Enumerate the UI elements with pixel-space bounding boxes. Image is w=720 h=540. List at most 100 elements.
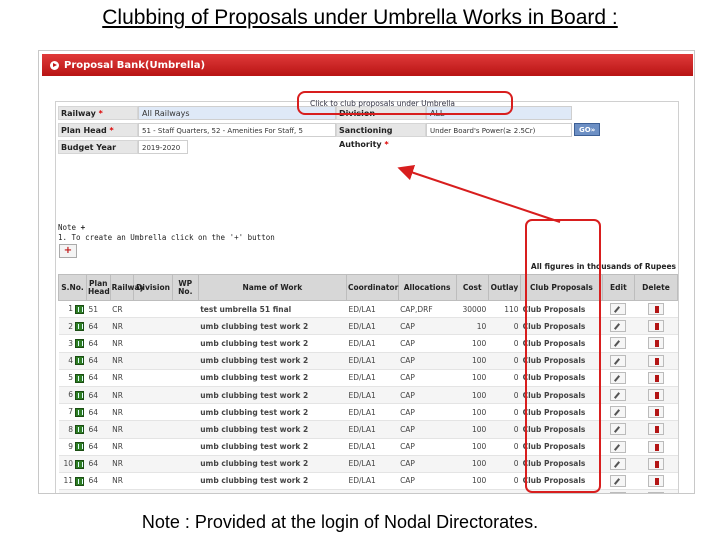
delete-bin-icon[interactable] — [647, 474, 664, 487]
cell-name-of-work[interactable]: umb clubbing test work 2 — [198, 352, 347, 370]
cell-division — [133, 403, 173, 422]
edit-pencil-icon[interactable] — [610, 371, 627, 384]
edit-pencil-icon[interactable] — [610, 337, 627, 350]
cell-edit — [602, 317, 635, 336]
club-callout-text[interactable]: Click to club proposals under Umbrella — [310, 99, 455, 108]
file-icon[interactable] — [75, 425, 85, 435]
slide-title: Clubbing of Proposals under Umbrella Wor… — [102, 6, 618, 29]
panel-arrow-icon — [50, 60, 59, 70]
cell-name-of-work[interactable]: umb clubbing test work 2 — [198, 420, 347, 439]
edit-pencil-icon[interactable] — [610, 320, 627, 333]
cell-outlay: 0 — [488, 420, 521, 439]
cell-cost: 100 — [456, 489, 489, 493]
edit-pencil-icon[interactable] — [610, 303, 627, 316]
row-number: 6 — [68, 390, 74, 400]
cell-name-of-work[interactable]: umb clubbing test work 2 — [198, 317, 347, 336]
file-icon[interactable] — [75, 390, 85, 400]
cell-name-of-work[interactable]: umb clubbing test work 2 — [198, 386, 347, 405]
cell-plan-head: 64 — [86, 334, 111, 353]
delete-bin-icon[interactable] — [647, 389, 664, 402]
cell-name-of-work[interactable]: umb clubbing test work 2 — [198, 438, 347, 456]
plan-head-label: Plan Head * — [58, 122, 138, 137]
plus-icon: + — [80, 223, 86, 232]
cell-name-of-work[interactable]: umb clubbing test work 2 — [198, 455, 347, 473]
budget-year-select[interactable]: 2019-2020 — [138, 139, 188, 154]
cell-coordinator: ED/LA1 — [346, 317, 399, 336]
delete-bin-icon[interactable] — [647, 303, 664, 316]
delete-bin-icon[interactable] — [647, 354, 664, 367]
cell-cost: 100 — [456, 455, 489, 473]
go-button[interactable]: GO» — [574, 123, 601, 136]
edit-pencil-icon[interactable] — [610, 474, 627, 487]
edit-pencil-icon[interactable] — [610, 457, 627, 470]
file-icon[interactable] — [75, 322, 85, 332]
club-callout-highlight: Click to club proposals under Umbrella — [297, 91, 513, 115]
cell-wp-no — [172, 472, 199, 491]
cell-railway: NR — [110, 455, 134, 473]
col-edit: Edit — [601, 274, 635, 301]
cell-division — [133, 472, 173, 491]
form-row-budget-year: Budget Year 2019-2020 — [58, 139, 188, 154]
file-icon[interactable] — [75, 356, 85, 366]
file-icon[interactable] — [75, 304, 85, 314]
cell-allocations: CAP — [398, 369, 457, 387]
file-icon[interactable] — [75, 339, 85, 349]
file-icon[interactable] — [75, 459, 85, 469]
cell-allocations: CAP — [398, 352, 457, 370]
cell-allocations: CAP — [398, 489, 457, 493]
cell-plan-head: 64 — [86, 403, 111, 422]
delete-bin-icon[interactable] — [647, 406, 664, 419]
cell-railway: CR — [110, 300, 134, 319]
cell-outlay: 0 — [488, 369, 521, 387]
edit-pencil-icon[interactable] — [610, 389, 627, 402]
cell-plan-head: 64 — [86, 386, 111, 405]
col-outlay: Outlay — [487, 274, 522, 301]
cell-edit — [602, 352, 635, 370]
row-number: 1 — [68, 304, 74, 314]
cell-wp-no — [172, 438, 199, 456]
cell-wp-no — [172, 420, 199, 439]
plan-head-select[interactable]: 51 - Staff Quarters, 52 - Amenities For … — [138, 122, 336, 137]
edit-pencil-icon[interactable] — [610, 423, 627, 436]
cell-wp-no — [172, 300, 199, 319]
file-icon[interactable] — [75, 442, 85, 452]
edit-pencil-icon[interactable] — [610, 406, 627, 419]
cell-delete — [634, 403, 678, 422]
cell-sno: 3 — [58, 334, 87, 353]
cell-edit — [602, 403, 635, 422]
cell-name-of-work[interactable]: umb clubbing test work 2 — [198, 334, 347, 353]
cell-delete — [634, 472, 678, 491]
delete-bin-icon[interactable] — [647, 337, 664, 350]
col-delete: Delete — [633, 274, 679, 301]
delete-bin-icon[interactable] — [647, 457, 664, 470]
file-icon[interactable] — [75, 373, 85, 383]
cell-name-of-work[interactable]: umb clubbing test work 2 — [198, 403, 347, 422]
cell-delete — [634, 386, 678, 405]
cell-sno: 9 — [58, 438, 87, 456]
delete-bin-icon[interactable] — [647, 320, 664, 333]
delete-bin-icon[interactable] — [647, 423, 664, 436]
add-umbrella-button[interactable]: + — [59, 244, 77, 258]
cell-sno: 5 — [58, 369, 87, 387]
cell-division — [133, 334, 173, 353]
cell-allocations: CAP — [398, 438, 457, 456]
sanctioning-authority-select[interactable]: Under Board's Power(≥ 2.5Cr) — [426, 122, 572, 137]
cell-sno: 8 — [58, 420, 87, 439]
cell-coordinator: ED/LA1 — [346, 369, 399, 387]
file-icon[interactable] — [75, 407, 85, 417]
file-icon[interactable] — [75, 476, 85, 486]
delete-bin-icon[interactable] — [647, 440, 664, 453]
cell-name-of-work[interactable]: test umbrella 51 final — [198, 300, 347, 319]
delete-bin-icon[interactable] — [647, 492, 664, 493]
cell-name-of-work[interactable]: umb clubbing test work 2 — [198, 472, 347, 491]
edit-pencil-icon[interactable] — [610, 354, 627, 367]
edit-pencil-icon[interactable] — [610, 440, 627, 453]
cell-name-of-work[interactable]: umb clubbing test work 2 — [198, 489, 347, 493]
cell-coordinator: ED/LA1 — [346, 438, 399, 456]
railway-label: Railway * — [58, 105, 138, 120]
edit-pencil-icon[interactable] — [610, 492, 627, 493]
delete-bin-icon[interactable] — [647, 371, 664, 384]
cell-plan-head: 64 — [86, 352, 111, 370]
row-number: 2 — [68, 321, 74, 331]
cell-name-of-work[interactable]: umb clubbing test work 2 — [198, 369, 347, 387]
